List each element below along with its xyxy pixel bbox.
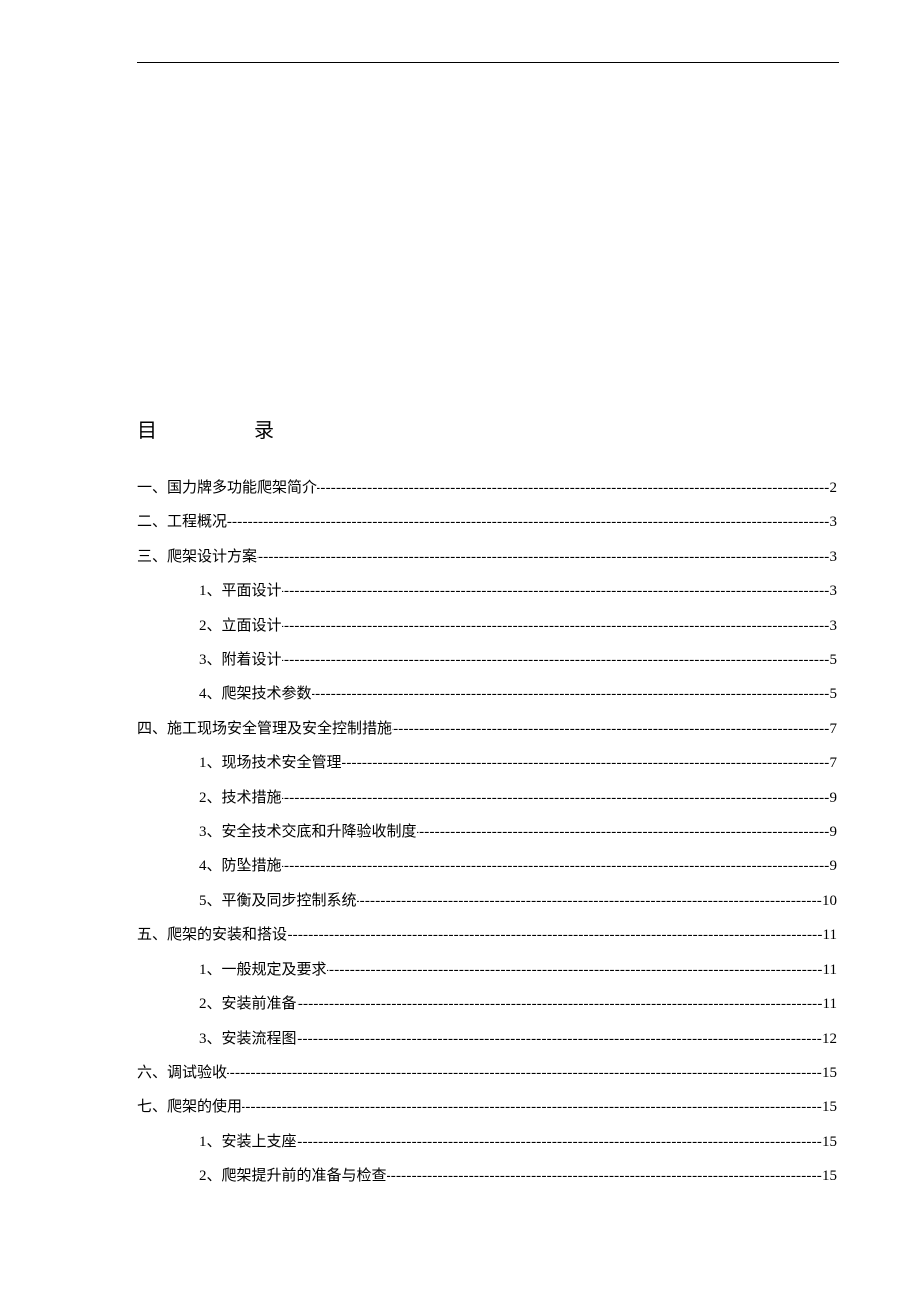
toc-page: 3 xyxy=(830,540,838,574)
toc-row: 七、爬架的使用---------------------------------… xyxy=(137,1090,837,1124)
toc-page: 7 xyxy=(830,712,838,746)
toc-row: 3、安全技术交底和升降验收制度-------------------------… xyxy=(137,815,837,849)
toc-leader: ----------------------------------------… xyxy=(227,1056,822,1090)
toc-leader: ----------------------------------------… xyxy=(387,1159,822,1193)
toc-label: 四、施工现场安全管理及安全控制措施 xyxy=(137,712,392,746)
toc-page: 3 xyxy=(830,574,838,608)
toc-leader: ----------------------------------------… xyxy=(417,815,830,849)
toc-label: 5、平衡及同步控制系统 xyxy=(137,884,357,918)
toc-row: 2、安装前准备---------------------------------… xyxy=(137,987,837,1021)
toc-page: 10 xyxy=(822,884,837,918)
toc-leader: ----------------------------------------… xyxy=(282,574,830,608)
toc-page: 9 xyxy=(830,781,838,815)
toc-leader: ----------------------------------------… xyxy=(297,1125,822,1159)
toc-leader: ----------------------------------------… xyxy=(317,471,829,505)
toc-row: 2、技术措施----------------------------------… xyxy=(137,781,837,815)
toc-row: 1、一般规定及要求-------------------------------… xyxy=(137,953,837,987)
title-char-2: 录 xyxy=(254,417,274,445)
toc-label: 七、爬架的使用 xyxy=(137,1090,242,1124)
toc-label: 2、技术措施 xyxy=(137,781,282,815)
toc-label: 1、一般规定及要求 xyxy=(137,953,327,987)
toc-page: 12 xyxy=(822,1022,837,1056)
toc-label: 1、安装上支座 xyxy=(137,1125,297,1159)
toc-row: 1、现场技术安全管理------------------------------… xyxy=(137,746,837,780)
document-page: 目 录 一、国力牌多功能爬架简介------------------------… xyxy=(0,0,920,1302)
toc-page: 3 xyxy=(830,609,838,643)
toc-leader: ----------------------------------------… xyxy=(297,1022,822,1056)
header-rule xyxy=(137,62,839,63)
toc-row: 3、安装流程图---------------------------------… xyxy=(137,1022,837,1056)
toc-leader: ----------------------------------------… xyxy=(342,746,830,780)
table-of-contents: 一、国力牌多功能爬架简介----------------------------… xyxy=(137,471,834,1194)
toc-label: 三、爬架设计方案 xyxy=(137,540,257,574)
title-char-1: 目 xyxy=(137,417,157,445)
toc-leader: ----------------------------------------… xyxy=(242,1090,822,1124)
toc-label: 3、附着设计 xyxy=(137,643,282,677)
toc-page: 11 xyxy=(823,987,837,1021)
toc-leader: ----------------------------------------… xyxy=(227,505,829,539)
toc-label: 五、爬架的安装和搭设 xyxy=(137,918,287,952)
toc-row: 2、立面设计----------------------------------… xyxy=(137,609,837,643)
toc-row: 二、工程概况----------------------------------… xyxy=(137,505,837,539)
toc-page: 9 xyxy=(830,815,838,849)
toc-row: 1、平面设计----------------------------------… xyxy=(137,574,837,608)
toc-row: 4、防坠措施----------------------------------… xyxy=(137,849,837,883)
toc-label: 2、安装前准备 xyxy=(137,987,297,1021)
toc-page: 15 xyxy=(822,1159,837,1193)
toc-row: 六、调试验收----------------------------------… xyxy=(137,1056,837,1090)
toc-row: 三、爬架设计方案--------------------------------… xyxy=(137,540,837,574)
toc-leader: ----------------------------------------… xyxy=(327,953,823,987)
toc-page: 2 xyxy=(830,471,838,505)
toc-row: 四、施工现场安全管理及安全控制措施-----------------------… xyxy=(137,712,837,746)
toc-leader: ----------------------------------------… xyxy=(312,677,830,711)
toc-leader: ----------------------------------------… xyxy=(282,781,830,815)
toc-label: 3、安全技术交底和升降验收制度 xyxy=(137,815,417,849)
toc-page: 15 xyxy=(822,1090,837,1124)
toc-leader: ----------------------------------------… xyxy=(357,884,822,918)
toc-label: 2、爬架提升前的准备与检查 xyxy=(137,1159,387,1193)
toc-row: 3、附着设计----------------------------------… xyxy=(137,643,837,677)
toc-row: 2、爬架提升前的准备与检查---------------------------… xyxy=(137,1159,837,1193)
toc-row: 4、爬架技术参数--------------------------------… xyxy=(137,677,837,711)
toc-row: 1、安装上支座---------------------------------… xyxy=(137,1125,837,1159)
toc-page: 11 xyxy=(823,918,837,952)
toc-leader: ----------------------------------------… xyxy=(297,987,823,1021)
toc-leader: ----------------------------------------… xyxy=(257,540,829,574)
toc-leader: ----------------------------------------… xyxy=(282,609,830,643)
toc-row: 五、爬架的安装和搭设------------------------------… xyxy=(137,918,837,952)
toc-label: 4、防坠措施 xyxy=(137,849,282,883)
toc-label: 一、国力牌多功能爬架简介 xyxy=(137,471,317,505)
toc-label: 六、调试验收 xyxy=(137,1056,227,1090)
toc-page: 9 xyxy=(830,849,838,883)
toc-page: 5 xyxy=(830,643,838,677)
toc-leader: ----------------------------------------… xyxy=(392,712,829,746)
toc-row: 一、国力牌多功能爬架简介----------------------------… xyxy=(137,471,837,505)
toc-leader: ----------------------------------------… xyxy=(287,918,823,952)
toc-page: 3 xyxy=(830,505,838,539)
toc-leader: ----------------------------------------… xyxy=(282,643,830,677)
toc-page: 5 xyxy=(830,677,838,711)
toc-label: 2、立面设计 xyxy=(137,609,282,643)
toc-label: 3、安装流程图 xyxy=(137,1022,297,1056)
toc-label: 1、现场技术安全管理 xyxy=(137,746,342,780)
toc-row: 5、平衡及同步控制系统-----------------------------… xyxy=(137,884,837,918)
toc-leader: ----------------------------------------… xyxy=(282,849,830,883)
toc-page: 11 xyxy=(823,953,837,987)
toc-page: 15 xyxy=(822,1056,837,1090)
toc-label: 二、工程概况 xyxy=(137,505,227,539)
toc-label: 1、平面设计 xyxy=(137,574,282,608)
toc-page: 15 xyxy=(822,1125,837,1159)
toc-title: 目 录 xyxy=(137,417,834,445)
toc-page: 7 xyxy=(830,746,838,780)
toc-label: 4、爬架技术参数 xyxy=(137,677,312,711)
